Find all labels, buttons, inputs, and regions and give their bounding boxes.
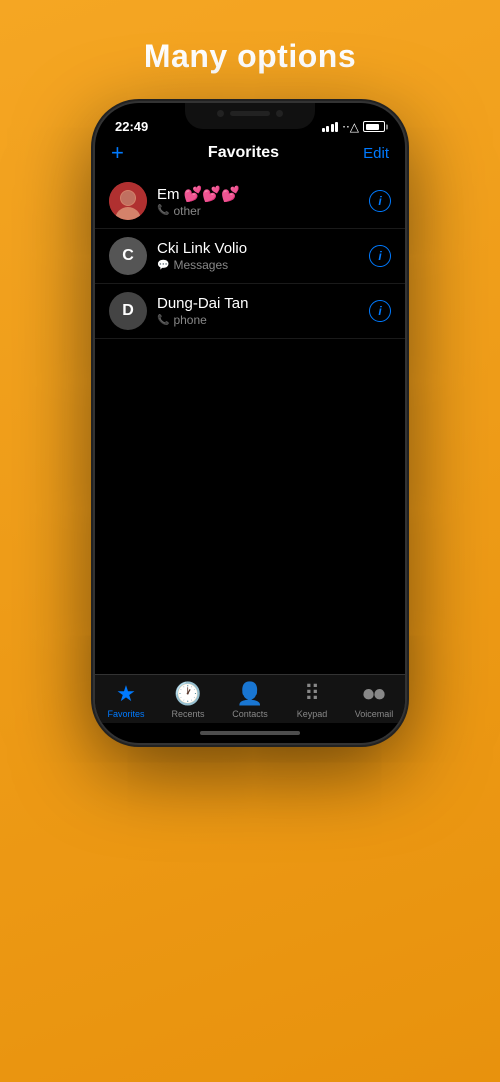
avatar: C bbox=[109, 237, 147, 275]
contact-name: Em 💕💕💕 bbox=[157, 185, 359, 203]
contact-sub-label: Messages bbox=[173, 258, 228, 272]
nav-title: Favorites bbox=[124, 144, 363, 162]
contact-sub: 💬 Messages bbox=[157, 258, 359, 272]
tab-contacts[interactable]: 👤 Contacts bbox=[225, 681, 275, 719]
contact-sub: 📞 other bbox=[157, 204, 359, 218]
contact-name: Dung-Dai Tan bbox=[157, 295, 359, 312]
edit-button[interactable]: Edit bbox=[363, 145, 389, 162]
tab-recents-label: Recents bbox=[171, 709, 204, 719]
phone-icon: 📞 bbox=[157, 315, 169, 326]
notch-dot bbox=[217, 110, 224, 117]
grid-icon: ⠿ bbox=[304, 681, 320, 707]
status-time: 22:49 bbox=[115, 119, 148, 134]
status-icons: ⋅⋅△ bbox=[322, 120, 385, 134]
clock-icon: 🕐 bbox=[174, 681, 201, 707]
tab-voicemail[interactable]: ⏺⏺ Voicemail bbox=[349, 681, 399, 719]
star-icon: ★ bbox=[116, 681, 136, 707]
speaker bbox=[230, 111, 270, 116]
info-button[interactable]: i bbox=[369, 190, 391, 212]
favorites-list: Em 💕💕💕 📞 other i C Cki Link Volio 💬 Mess… bbox=[95, 174, 405, 674]
tab-favorites-label: Favorites bbox=[107, 709, 144, 719]
wifi-icon: ⋅⋅△ bbox=[342, 120, 359, 134]
voicemail-icon: ⏺⏺ bbox=[363, 681, 385, 707]
tab-keypad[interactable]: ⠿ Keypad bbox=[287, 681, 337, 719]
tab-favorites[interactable]: ★ Favorites bbox=[101, 681, 151, 719]
list-item[interactable]: C Cki Link Volio 💬 Messages i bbox=[95, 229, 405, 284]
tab-recents[interactable]: 🕐 Recents bbox=[163, 681, 213, 719]
info-button[interactable]: i bbox=[369, 300, 391, 322]
notch bbox=[185, 103, 315, 129]
battery-icon bbox=[363, 121, 385, 132]
contact-sub-label: other bbox=[173, 204, 200, 218]
contact-name: Cki Link Volio bbox=[157, 240, 359, 257]
contact-sub: 📞 phone bbox=[157, 313, 359, 327]
home-bar bbox=[200, 731, 300, 735]
tab-keypad-label: Keypad bbox=[297, 709, 328, 719]
contact-sub-label: phone bbox=[173, 313, 206, 327]
person-icon: 👤 bbox=[236, 681, 263, 707]
tab-contacts-label: Contacts bbox=[232, 709, 268, 719]
notch-dot-2 bbox=[276, 110, 283, 117]
page-heading: Many options bbox=[144, 38, 356, 75]
avatar bbox=[109, 182, 147, 220]
phone-shell: 22:49 ⋅⋅△ + Favorites Edit bbox=[95, 103, 405, 743]
contact-info: Cki Link Volio 💬 Messages bbox=[157, 240, 359, 272]
message-icon: 💬 bbox=[157, 260, 169, 271]
info-button[interactable]: i bbox=[369, 245, 391, 267]
tab-bar: ★ Favorites 🕐 Recents 👤 Contacts ⠿ Keypa… bbox=[95, 674, 405, 723]
screen: 22:49 ⋅⋅△ + Favorites Edit bbox=[95, 103, 405, 743]
signal-icon bbox=[322, 122, 339, 132]
nav-bar: + Favorites Edit bbox=[95, 136, 405, 174]
list-item[interactable]: D Dung-Dai Tan 📞 phone i bbox=[95, 284, 405, 339]
tab-voicemail-label: Voicemail bbox=[355, 709, 394, 719]
contact-info: Em 💕💕💕 📞 other bbox=[157, 185, 359, 218]
add-favorite-button[interactable]: + bbox=[111, 140, 124, 166]
avatar: D bbox=[109, 292, 147, 330]
list-item[interactable]: Em 💕💕💕 📞 other i bbox=[95, 174, 405, 229]
contact-info: Dung-Dai Tan 📞 phone bbox=[157, 295, 359, 327]
home-indicator bbox=[95, 723, 405, 743]
avatar-image bbox=[109, 182, 147, 220]
phone-icon: 📞 bbox=[157, 205, 169, 216]
